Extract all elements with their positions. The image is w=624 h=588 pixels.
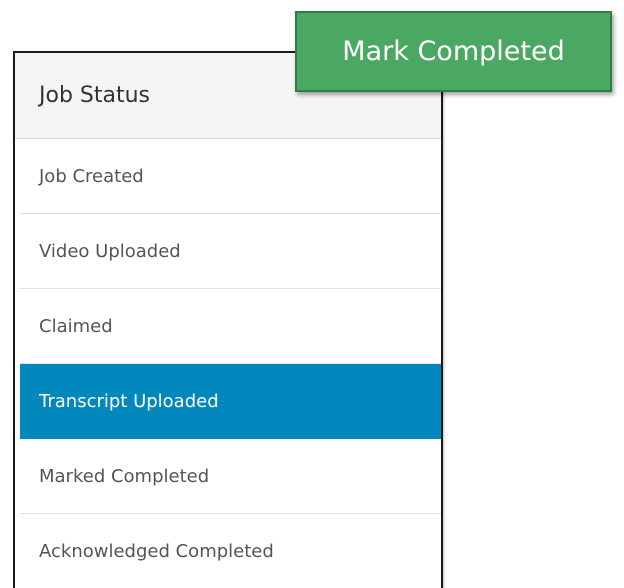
status-item-transcript-uploaded[interactable]: Transcript Uploaded (20, 364, 441, 439)
status-item-acknowledged-completed[interactable]: Acknowledged Completed (20, 514, 441, 588)
status-item-job-created[interactable]: Job Created (20, 139, 441, 214)
job-status-list: Job Created Video Uploaded Claimed Trans… (20, 139, 441, 588)
status-item-marked-completed[interactable]: Marked Completed (20, 439, 441, 514)
status-item-video-uploaded[interactable]: Video Uploaded (20, 214, 441, 289)
mark-completed-button[interactable]: Mark Completed (295, 11, 612, 92)
screen: Job Status Job Created Video Uploaded Cl… (0, 0, 624, 588)
job-status-panel: Job Status Job Created Video Uploaded Cl… (13, 51, 443, 588)
status-item-claimed[interactable]: Claimed (20, 289, 441, 364)
